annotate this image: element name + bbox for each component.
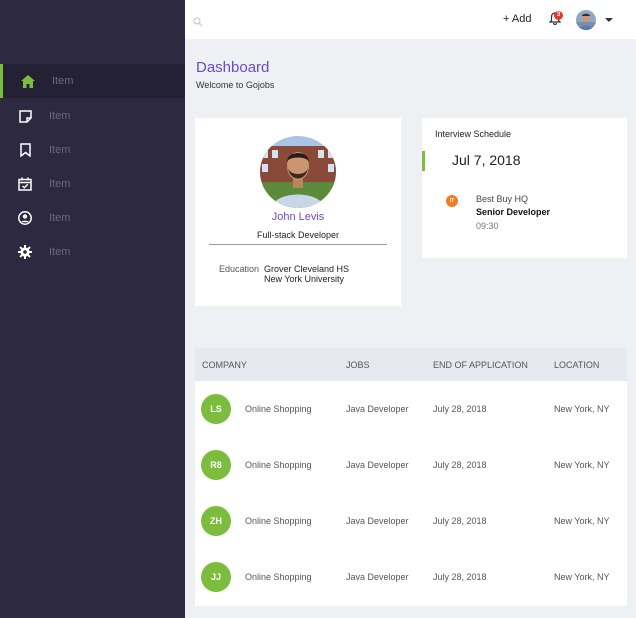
bookmark-icon	[18, 143, 32, 157]
sidebar-item-home[interactable]: Item	[0, 64, 185, 98]
table-row[interactable]: ZH Online Shopping Java Developer July 2…	[195, 493, 627, 549]
company-cell: Online Shopping	[245, 404, 312, 414]
profile-name[interactable]: John Levis	[195, 211, 401, 223]
page-subtitle: Welcome to Gojobs	[196, 80, 275, 90]
sidebar-item-profile[interactable]: Item	[0, 201, 185, 235]
company-avatar: JJ	[201, 562, 231, 592]
company-avatar: R8	[201, 450, 231, 480]
interview-position: Senior Developer	[476, 207, 551, 217]
job-cell: Java Developer	[346, 404, 409, 414]
sidebar-item-notes[interactable]: Item	[0, 99, 185, 133]
company-cell: Online Shopping	[245, 460, 312, 470]
sidebar-item-label: Item	[49, 110, 71, 122]
table-header: COMPANY JOBS END OF APPLICATION LOCATION	[195, 348, 627, 381]
table-row[interactable]: LS Online Shopping Java Developer July 2…	[195, 381, 627, 437]
education-entry: New York University	[264, 274, 345, 284]
divider	[209, 244, 387, 245]
profile-card: John Levis Full-stack Developer Educatio…	[195, 118, 401, 306]
gear-icon	[18, 245, 32, 259]
sidebar-item-label: Item	[49, 178, 71, 190]
sidebar-item-settings[interactable]: Item	[0, 235, 185, 269]
sidebar-item-label: Item	[49, 246, 71, 258]
location-cell: New York, NY	[554, 572, 610, 582]
chevron-down-icon[interactable]	[605, 18, 613, 22]
calendar-check-icon	[18, 177, 32, 191]
table-row[interactable]: JJ Online Shopping Java Developer July 2…	[195, 549, 627, 605]
company-avatar: LS	[201, 394, 231, 424]
column-header-end[interactable]: END OF APPLICATION	[433, 360, 528, 370]
sidebar-item-bookmarks[interactable]: Item	[0, 133, 185, 167]
user-circle-icon	[18, 211, 32, 225]
interview-company: Best Buy HQ	[476, 194, 529, 204]
home-icon	[21, 74, 35, 88]
end-date-cell: July 28, 2018	[433, 404, 487, 414]
search-icon[interactable]	[193, 14, 203, 27]
jobs-table: COMPANY JOBS END OF APPLICATION LOCATION…	[195, 348, 627, 606]
top-bar: + Add 3	[185, 0, 636, 39]
education-entry: Grover Cleveland HS	[264, 264, 350, 274]
interview-date: Jul 7, 2018	[452, 152, 521, 168]
date-indicator	[422, 151, 425, 171]
end-date-cell: July 28, 2018	[433, 572, 487, 582]
sidebar-item-label: Item	[49, 212, 71, 224]
interview-title: Interview Schedule	[435, 129, 512, 139]
job-cell: Java Developer	[346, 516, 409, 526]
column-header-jobs[interactable]: JOBS	[346, 360, 370, 370]
end-date-cell: July 28, 2018	[433, 516, 487, 526]
company-avatar: ZH	[201, 506, 231, 536]
company-cell: Online Shopping	[245, 516, 312, 526]
column-header-location[interactable]: LOCATION	[554, 360, 599, 370]
table-row[interactable]: R8 Online Shopping Java Developer July 2…	[195, 437, 627, 493]
sidebar-item-label: Item	[49, 144, 71, 156]
job-cell: Java Developer	[346, 572, 409, 582]
interview-time: 09:30	[476, 221, 499, 231]
education-label: Education	[219, 264, 260, 274]
location-cell: New York, NY	[554, 516, 610, 526]
note-icon	[18, 109, 32, 123]
company-badge-icon: IT	[446, 195, 458, 207]
profile-role: Full-stack Developer	[256, 230, 340, 240]
column-header-company[interactable]: COMPANY	[202, 360, 247, 370]
notification-badge: 3	[554, 11, 563, 20]
add-button[interactable]: + Add	[503, 13, 531, 25]
job-cell: Java Developer	[346, 460, 409, 470]
company-cell: Online Shopping	[245, 572, 312, 582]
interview-schedule-card: Interview Schedule Jul 7, 2018 IT Best B…	[422, 118, 627, 258]
page-title: Dashboard	[196, 59, 270, 76]
avatar[interactable]	[576, 10, 596, 30]
sidebar-item-calendar[interactable]: Item	[0, 167, 185, 201]
location-cell: New York, NY	[554, 460, 610, 470]
profile-photo	[260, 136, 336, 208]
location-cell: New York, NY	[554, 404, 610, 414]
sidebar: Item Item Item Item Item Item	[0, 0, 185, 618]
sidebar-item-label: Item	[52, 75, 74, 87]
end-date-cell: July 28, 2018	[433, 460, 487, 470]
